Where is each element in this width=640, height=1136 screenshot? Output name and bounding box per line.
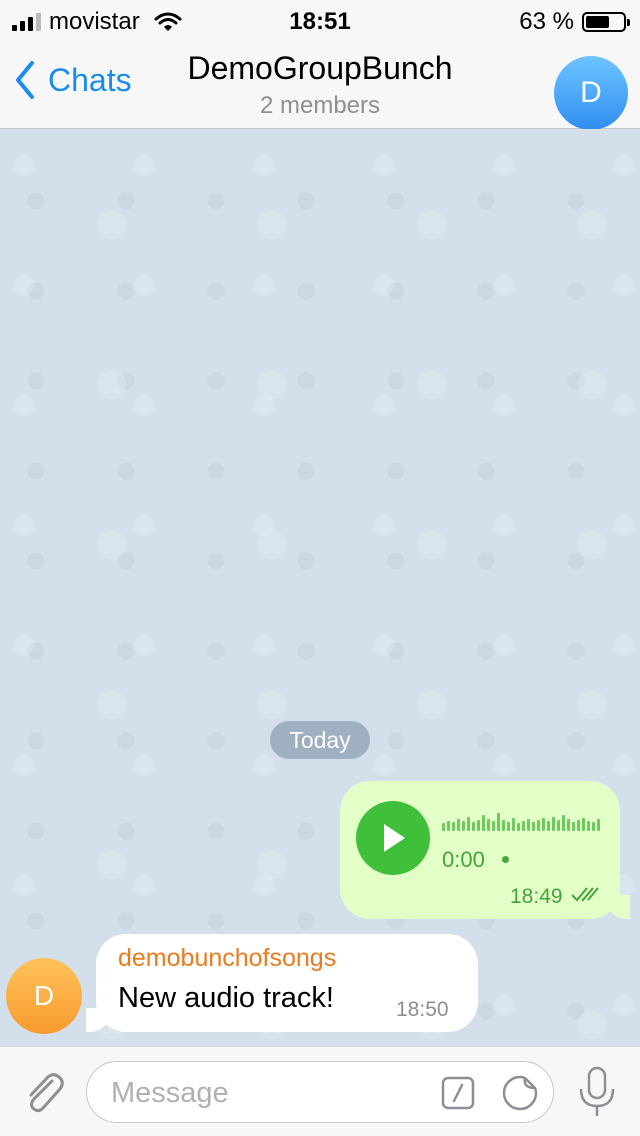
waveform-bar [507,822,510,831]
member-count: 2 members [259,92,381,119]
chat-header: Chats DemoGroupBunch 2 members D [0,40,640,130]
message-field[interactable] [86,1061,554,1123]
group-avatar-letter: D [580,76,602,109]
waveform-bar [492,821,495,831]
outgoing-voice-message[interactable]: 0:00 18:49 [340,781,630,919]
play-icon [384,824,405,852]
waveform-bar [472,822,475,831]
waveform-bar [467,817,470,831]
date-separator: Today [270,721,370,759]
battery-icon [582,12,630,32]
waveform-bar [537,820,540,831]
waveform-bar [477,820,480,831]
group-avatar[interactable]: D [554,56,628,130]
waveform-bar [577,820,580,831]
waveform-bar [527,819,530,831]
sender-avatar[interactable]: D [6,958,82,1034]
waveform-bar [562,815,565,831]
double-check-icon [571,887,599,902]
waveform-bar [532,822,535,831]
waveform-bar [597,819,600,831]
waveform-bar [552,817,555,831]
message-text: New audio track! [118,982,334,1014]
waveform-bar [487,819,490,831]
battery-percent: 63 % [519,8,574,35]
waveform-bar [587,821,590,831]
waveform-bar [517,823,520,831]
message-time: 18:50 [396,998,449,1021]
waveform-bar [447,821,450,831]
paperclip-icon[interactable] [18,1067,68,1117]
battery-area: 63 % [519,8,630,36]
waveform-bar [557,820,560,831]
chat-title[interactable]: DemoGroupBunch [0,50,640,87]
waveform-bar [542,818,545,831]
waveform-bar [462,821,465,831]
microphone-icon[interactable] [574,1065,620,1119]
status-bar: movistar 18:51 63 % [0,0,640,40]
voice-duration: 0:00 [442,847,485,872]
waveform-bar [547,821,550,831]
waveform-bar [502,820,505,831]
waveform-bar [522,821,525,831]
message-time: 18:49 [510,885,563,908]
message-input-bar [0,1046,640,1136]
waveform-bar [592,822,595,831]
waveform-bar [582,818,585,831]
waveform-bar [497,813,500,831]
sender-avatar-letter: D [33,980,55,1011]
play-button[interactable] [356,801,430,875]
sticker-icon[interactable] [501,1074,539,1112]
waveform-bar [572,822,575,831]
waveform-bar [567,819,570,831]
waveform-bar [442,823,445,831]
waveform-bar [457,819,460,831]
incoming-text-message[interactable]: demobunchofsongs New audio track! 18:50 [86,934,478,1032]
unplayed-dot [502,856,509,863]
waveform-bar [482,815,485,831]
waveform-bar [452,822,455,831]
voice-waveform[interactable] [442,809,602,831]
waveform-bar [512,818,515,831]
sender-name[interactable]: demobunchofsongs [118,944,336,973]
message-input[interactable] [109,1072,413,1114]
slash-command-icon[interactable] [441,1076,475,1110]
